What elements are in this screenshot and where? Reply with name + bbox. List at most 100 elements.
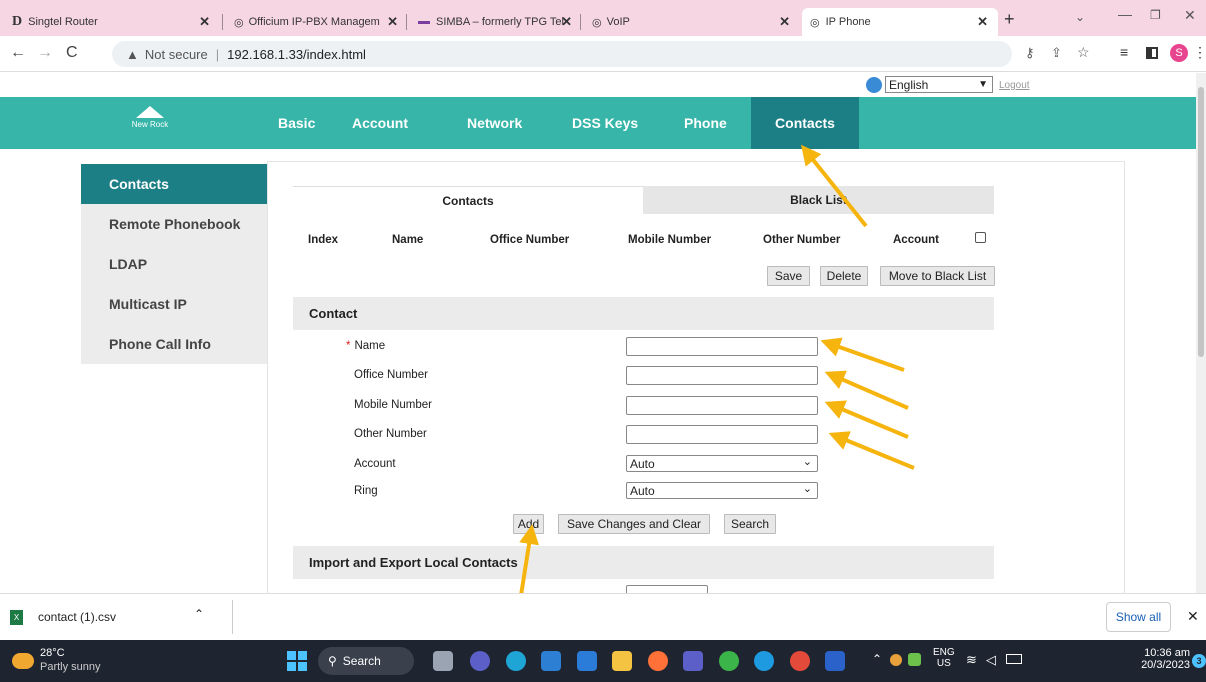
url-divider: | <box>215 46 220 62</box>
sidebar-item-multicast-ip[interactable]: Multicast IP <box>81 284 267 324</box>
select-all-checkbox[interactable] <box>975 232 986 243</box>
store-icon[interactable] <box>577 651 597 671</box>
move-to-black-list-button[interactable]: Move to Black List <box>880 266 995 286</box>
nav-account[interactable]: Account <box>338 97 422 149</box>
address-bar[interactable]: ▲ Not secure | 192.168.1.33/index.html <box>112 41 1012 67</box>
browser-toolbar: ← → C ▲ Not secure | 192.168.1.33/index.… <box>0 36 1206 72</box>
password-key-icon[interactable]: ⚷ <box>1025 45 1035 61</box>
mail-icon[interactable] <box>541 651 561 671</box>
share-icon[interactable]: ⇪ <box>1051 45 1062 61</box>
name-input[interactable] <box>626 337 818 356</box>
nav-contacts[interactable]: Contacts <box>751 97 859 149</box>
close-tab-icon[interactable]: ✕ <box>977 14 988 30</box>
firefox-icon[interactable] <box>648 651 668 671</box>
profile-avatar[interactable]: S <box>1170 44 1188 62</box>
edge-icon[interactable] <box>506 651 526 671</box>
sidebar-item-contacts[interactable]: Contacts <box>81 164 267 204</box>
page-scrollbar[interactable] <box>1196 73 1206 593</box>
file-explorer-icon[interactable] <box>612 651 632 671</box>
account-select[interactable]: Auto ⌄ <box>626 455 818 472</box>
nav-dss-keys[interactable]: DSS Keys <box>558 97 652 149</box>
notification-badge[interactable]: 3 <box>1192 654 1206 668</box>
divider <box>232 600 233 634</box>
chat-icon[interactable] <box>470 651 490 671</box>
tray-app2-icon[interactable] <box>908 653 921 666</box>
reading-list-icon[interactable]: ≡ <box>1120 44 1128 60</box>
tray-app-icon[interactable] <box>890 654 902 666</box>
close-tab-icon[interactable]: ✕ <box>199 14 210 30</box>
volume-icon[interactable]: ◁ <box>986 652 996 668</box>
other-number-input[interactable] <box>626 425 818 444</box>
nav-network[interactable]: Network <box>453 97 536 149</box>
tab-title: IP Phone <box>825 16 871 28</box>
save-button[interactable]: Save <box>767 266 810 286</box>
tab-ip-phone[interactable]: ◎ IP Phone ✕ <box>802 8 998 36</box>
tab-voip[interactable]: ◎ VoIP ✕ <box>584 8 800 36</box>
save-changes-and-clear-button[interactable]: Save Changes and Clear <box>558 514 710 534</box>
subtab-black-list[interactable]: Black List <box>643 186 994 214</box>
sidebar-item-remote-phonebook[interactable]: Remote Phonebook <box>81 204 267 244</box>
simba-favicon-icon <box>418 20 430 24</box>
sidebar-item-ldap[interactable]: LDAP <box>81 244 267 284</box>
menu-icon[interactable]: ⋮ <box>1193 44 1206 61</box>
singtel-favicon-icon: D <box>12 14 23 29</box>
chevron-up-icon[interactable]: ⌃ <box>872 652 882 666</box>
side-panel-icon[interactable] <box>1146 47 1158 59</box>
close-tab-icon[interactable]: ✕ <box>779 14 790 30</box>
windows-start-icon[interactable] <box>287 651 307 671</box>
new-tab-icon[interactable]: + <box>1004 9 1015 30</box>
taskbar-search[interactable]: ⚲ Search <box>318 647 414 675</box>
minimize-icon[interactable]: — <box>1118 6 1132 22</box>
wechat-icon[interactable] <box>719 651 739 671</box>
close-tab-icon[interactable]: ✕ <box>387 14 398 30</box>
temperature: 28°C <box>40 647 65 659</box>
language-indicator[interactable]: ENG US <box>933 647 955 669</box>
import-control[interactable] <box>626 585 708 593</box>
nav-basic[interactable]: Basic <box>264 97 329 149</box>
word-icon[interactable] <box>825 651 845 671</box>
add-button[interactable]: Add <box>513 514 544 534</box>
ring-select[interactable]: Auto ⌄ <box>626 482 818 499</box>
scrollbar-thumb[interactable] <box>1198 87 1204 357</box>
show-all-button[interactable]: Show all <box>1106 602 1171 632</box>
clock-time: 10:36 am <box>1144 647 1190 659</box>
back-icon[interactable]: ← <box>10 44 26 62</box>
nav-phone[interactable]: Phone <box>670 97 741 149</box>
name-label: * Name <box>346 340 385 352</box>
forward-icon[interactable]: → <box>37 44 53 62</box>
clock[interactable]: 10:36 am 20/3/2023 <box>1140 647 1190 671</box>
tab-officium[interactable]: ◎ Officium IP-PBX Managem ✕ <box>226 8 404 36</box>
subtab-contacts[interactable]: Contacts <box>293 186 643 214</box>
tab-title: VoIP <box>606 16 630 28</box>
office-number-input[interactable] <box>626 366 818 385</box>
chrome-icon[interactable] <box>790 651 810 671</box>
tab-search-icon[interactable]: ⌄ <box>1075 10 1085 24</box>
close-download-bar-icon[interactable]: ✕ <box>1187 608 1199 625</box>
language-select[interactable]: English ▼ <box>885 76 993 93</box>
excel-file-icon: X <box>10 610 23 625</box>
office-number-label: Office Number <box>354 369 428 381</box>
reload-icon[interactable]: C <box>66 44 78 62</box>
teams-icon[interactable] <box>683 651 703 671</box>
sidebar-item-phone-call-info[interactable]: Phone Call Info <box>81 324 267 364</box>
restore-icon[interactable]: ❐ <box>1150 8 1161 22</box>
mobile-number-input[interactable] <box>626 396 818 415</box>
bookmark-star-icon[interactable]: ☆ <box>1077 44 1090 61</box>
tab-title: Singtel Router <box>28 16 98 28</box>
delete-button[interactable]: Delete <box>820 266 868 286</box>
chevron-up-icon[interactable]: ⌃ <box>194 607 204 621</box>
window-close-icon[interactable]: ✕ <box>1184 7 1196 24</box>
globe-icon: ◎ <box>592 16 602 29</box>
logout-link[interactable]: Logout <box>999 80 1030 91</box>
tab-singtel-router[interactable]: D Singtel Router ✕ <box>4 8 220 36</box>
search-button[interactable]: Search <box>724 514 776 534</box>
skype-icon[interactable] <box>754 651 774 671</box>
globe-icon: ◎ <box>810 16 820 29</box>
wifi-icon[interactable]: ≋ <box>966 652 977 668</box>
task-view-icon[interactable] <box>433 651 453 671</box>
chevron-down-icon: ⌄ <box>802 456 812 468</box>
tab-simba[interactable]: SIMBA – formerly TPG Tel ✕ <box>410 8 578 36</box>
download-file-name[interactable]: contact (1).csv <box>38 610 116 624</box>
close-tab-icon[interactable]: ✕ <box>561 14 572 30</box>
battery-icon[interactable] <box>1006 654 1022 664</box>
